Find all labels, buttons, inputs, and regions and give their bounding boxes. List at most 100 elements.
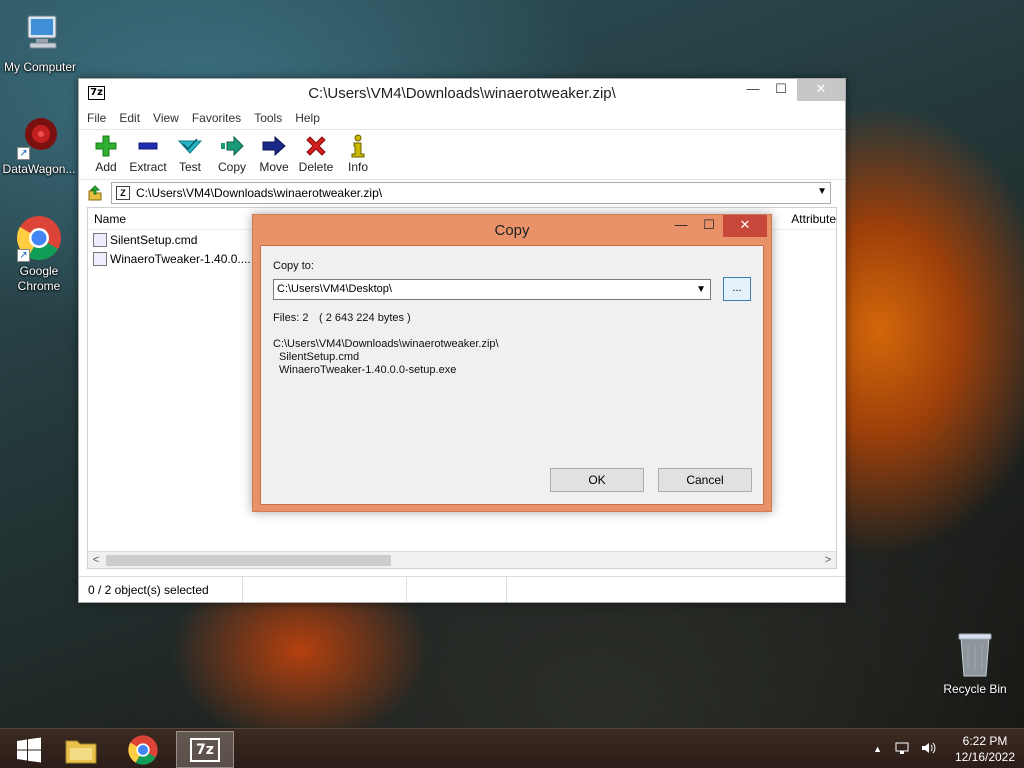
desktop-icon-my-computer[interactable]: My Computer: [0, 10, 80, 75]
desktop-icon-datawagon[interactable]: ↗ DataWagon...: [0, 112, 79, 177]
file-name: WinaeroTweaker-1.40.0....: [110, 251, 251, 266]
chevron-down-icon[interactable]: ▼: [817, 186, 827, 197]
delete-label: Delete: [298, 160, 334, 174]
cancel-button[interactable]: Cancel: [658, 468, 752, 492]
minus-icon: [127, 134, 169, 158]
ok-button[interactable]: OK: [550, 468, 644, 492]
window-title: C:\Users\VM4\Downloads\winaerotweaker.zi…: [308, 85, 616, 102]
menu-tools[interactable]: Tools: [254, 111, 282, 125]
volume-icon[interactable]: [920, 740, 936, 759]
move-button[interactable]: Move: [253, 130, 295, 179]
copy-dialog: Copy — ☐ ✕ Copy to: C:\Users\VM4\Desktop…: [252, 214, 772, 512]
info-label: Info: [347, 160, 368, 174]
copy-button[interactable]: Copy: [211, 130, 253, 179]
source-path: C:\Users\VM4\Downloads\winaerotweaker.zi…: [273, 338, 499, 350]
plus-icon: [85, 134, 127, 158]
address-path: C:\Users\VM4\Downloads\winaerotweaker.zi…: [136, 185, 383, 200]
start-button[interactable]: [0, 731, 58, 768]
datawagon-icon: ↗: [15, 112, 63, 160]
info-button[interactable]: Info: [337, 130, 379, 179]
address-bar[interactable]: Z C:\Users\VM4\Downloads\winaerotweaker.…: [111, 181, 831, 204]
menu-favorites[interactable]: Favorites: [192, 111, 241, 125]
scroll-thumb[interactable]: [106, 555, 391, 566]
shortcut-arrow-icon: ↗: [17, 249, 30, 262]
taskbar-file-explorer[interactable]: [52, 731, 110, 768]
taskbar-chrome[interactable]: [114, 731, 172, 768]
shortcut-arrow-icon: ↗: [17, 147, 30, 160]
source-item: SilentSetup.cmd: [279, 351, 360, 363]
source-item: WinaeroTweaker-1.40.0.0-setup.exe: [279, 364, 457, 376]
add-label: Add: [95, 160, 117, 174]
desktop-icon-label: Recycle Bin: [943, 682, 1007, 696]
info-icon: [337, 134, 379, 158]
destination-combo[interactable]: C:\Users\VM4\Desktop\ ▼: [273, 279, 711, 300]
menu-view[interactable]: View: [153, 111, 179, 125]
clock-date: 12/16/2022: [954, 750, 1016, 764]
menu-help[interactable]: Help: [295, 111, 320, 125]
test-label: Test: [178, 160, 201, 174]
minimize-button[interactable]: —: [739, 79, 767, 101]
file-name: SilentSetup.cmd: [110, 232, 198, 247]
status-segment-2: [243, 577, 407, 602]
address-row: Z C:\Users\VM4\Downloads\winaerotweaker.…: [79, 179, 845, 205]
column-attributes[interactable]: Attribute: [791, 212, 836, 226]
move-arrow-icon: [253, 134, 295, 158]
recycle-bin-icon: [955, 630, 995, 678]
taskbar: 7z ▲ 6:22 PM 12/16/2022: [0, 728, 1024, 768]
add-button[interactable]: Add: [85, 130, 127, 179]
network-icon[interactable]: [894, 740, 910, 759]
scroll-right-icon[interactable]: >: [820, 552, 836, 568]
clock[interactable]: 6:22 PM 12/16/2022: [946, 733, 1024, 765]
extract-button[interactable]: Extract: [127, 130, 169, 179]
files-count: Files: 2: [273, 312, 309, 324]
test-button[interactable]: Test: [169, 130, 211, 179]
chevron-down-icon[interactable]: ▼: [696, 280, 706, 299]
copy-to-label: Copy to:: [273, 260, 314, 272]
horizontal-scrollbar[interactable]: < >: [88, 551, 836, 568]
chrome-icon: ↗: [15, 214, 63, 262]
zip-file-icon: Z: [116, 185, 130, 200]
exe-file-icon: [93, 251, 107, 266]
dialog-body: Copy to: C:\Users\VM4\Desktop\ ▼ ... Fil…: [260, 245, 764, 505]
7zip-icon: 7z: [190, 737, 220, 762]
menu-edit[interactable]: Edit: [119, 111, 140, 125]
window-titlebar[interactable]: 7z C:\Users\VM4\Downloads\winaerotweaker…: [79, 79, 845, 107]
status-segment-3: [407, 577, 507, 602]
menu-bar: File Edit View Favorites Tools Help: [79, 107, 845, 129]
dialog-minimize-button[interactable]: —: [667, 215, 695, 237]
copy-arrow-icon: [211, 134, 253, 158]
desktop-icon-recycle-bin[interactable]: Recycle Bin: [940, 630, 1010, 696]
dialog-close-button[interactable]: ✕: [723, 215, 767, 237]
destination-value: C:\Users\VM4\Desktop\: [277, 283, 392, 295]
computer-icon: [16, 10, 64, 58]
dialog-titlebar[interactable]: Copy — ☐ ✕: [253, 215, 771, 245]
desktop-icon-label: DataWagon...: [2, 162, 76, 176]
tray-expand-icon[interactable]: ▲: [873, 744, 882, 754]
browse-button[interactable]: ...: [723, 277, 751, 301]
copy-label: Copy: [217, 160, 246, 174]
taskbar-7zip[interactable]: 7z: [176, 731, 234, 768]
desktop-icon-google-chrome[interactable]: ↗ Google Chrome: [0, 214, 79, 294]
up-folder-icon[interactable]: [87, 184, 103, 201]
chrome-icon: [128, 734, 158, 765]
move-label: Move: [259, 160, 289, 174]
windows-logo-icon: [17, 737, 41, 762]
files-bytes: ( 2 643 224 bytes ): [319, 312, 411, 324]
maximize-button[interactable]: ☐: [767, 79, 795, 101]
status-bar: 0 / 2 object(s) selected: [79, 576, 845, 602]
desktop-icon-label: My Computer: [3, 60, 77, 74]
clock-time: 6:22 PM: [962, 734, 1008, 748]
check-icon: [169, 134, 211, 158]
dialog-maximize-button[interactable]: ☐: [695, 215, 723, 237]
system-tray: ▲ 6:22 PM 12/16/2022: [873, 729, 1024, 768]
desktop-icon-label: Google Chrome: [17, 264, 61, 293]
scroll-left-icon[interactable]: <: [88, 552, 104, 568]
menu-file[interactable]: File: [87, 111, 106, 125]
folder-icon: [65, 740, 97, 763]
delete-button[interactable]: Delete: [295, 130, 337, 179]
close-button[interactable]: ✕: [797, 79, 845, 101]
x-icon: [295, 134, 337, 158]
cmd-file-icon: [93, 232, 107, 247]
toolbar: Add Extract Test Copy Move Delete Info: [79, 129, 845, 179]
status-selected: 0 / 2 object(s) selected: [79, 577, 243, 602]
